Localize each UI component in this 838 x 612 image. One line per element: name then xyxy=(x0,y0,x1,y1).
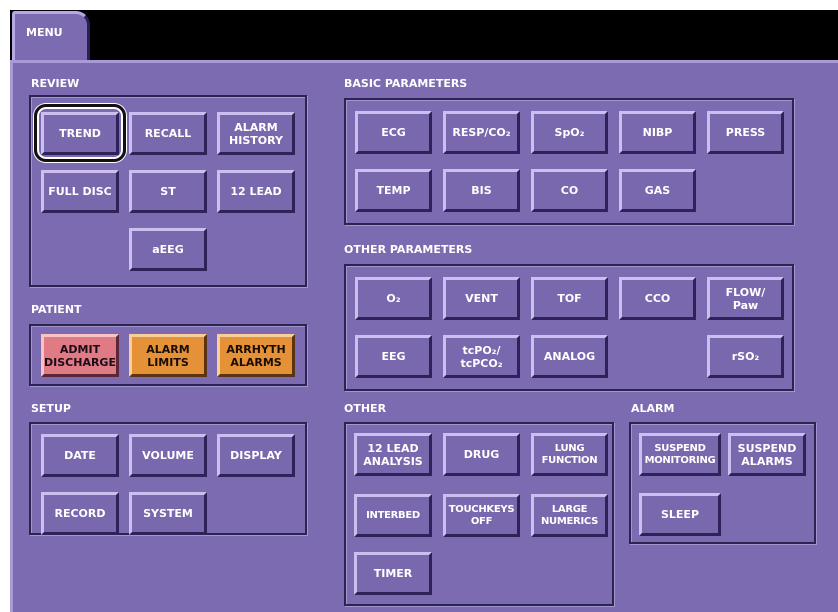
section-basic-parameters-label: BASIC PARAMETERS xyxy=(344,77,468,90)
aeeg-button[interactable]: aEEG xyxy=(129,228,207,271)
alarm-history-button[interactable]: ALARM HISTORY xyxy=(217,112,295,155)
bis-button[interactable]: BIS xyxy=(443,169,520,212)
menu-screen: MENU REVIEW PATIENT SETUP BASIC PARAMETE… xyxy=(0,0,838,612)
tab-menu-label: MENU xyxy=(26,26,63,39)
tof-button[interactable]: TOF xyxy=(531,277,608,320)
suspend-alarms-button[interactable]: SUSPEND ALARMS xyxy=(728,433,806,476)
alarm-limits-button[interactable]: ALARM LIMITS xyxy=(129,334,207,377)
display-button[interactable]: DISPLAY xyxy=(217,434,295,477)
drug-button[interactable]: DRUG xyxy=(443,433,520,476)
record-button[interactable]: RECORD xyxy=(41,492,119,535)
timer-button[interactable]: TIMER xyxy=(354,552,432,595)
date-button[interactable]: DATE xyxy=(41,434,119,477)
tcpo2-tcpco2-button[interactable]: tcPO₂/ tcPCO₂ xyxy=(443,335,520,378)
section-patient-label: PATIENT xyxy=(31,303,82,316)
arrhyth-alarms-button[interactable]: ARRHYTH ALARMS xyxy=(217,334,295,377)
top-bar xyxy=(10,10,838,60)
section-review-label: REVIEW xyxy=(31,77,80,90)
volume-button[interactable]: VOLUME xyxy=(129,434,207,477)
vent-button[interactable]: VENT xyxy=(443,277,520,320)
rso2-button[interactable]: rSO₂ xyxy=(707,335,784,378)
12-lead-button[interactable]: 12 LEAD xyxy=(217,170,295,213)
gas-button[interactable]: GAS xyxy=(619,169,696,212)
12-lead-analysis-button[interactable]: 12 LEAD ANALYSIS xyxy=(354,433,432,476)
trend-button[interactable]: TREND xyxy=(41,112,119,155)
system-button[interactable]: SYSTEM xyxy=(129,492,207,535)
spo2-button[interactable]: SpO₂ xyxy=(531,111,608,154)
cco-button[interactable]: CCO xyxy=(619,277,696,320)
interbed-button[interactable]: INTERBED xyxy=(354,494,432,537)
full-disc-button[interactable]: FULL DISC xyxy=(41,170,119,213)
analog-button[interactable]: ANALOG xyxy=(531,335,608,378)
section-other-parameters-label: OTHER PARAMETERS xyxy=(344,243,473,256)
lung-function-button[interactable]: LUNG FUNCTION xyxy=(531,433,608,476)
section-setup-label: SETUP xyxy=(31,402,71,415)
ecg-button[interactable]: ECG xyxy=(355,111,432,154)
section-alarm-label: ALARM xyxy=(631,402,675,415)
eeg-button[interactable]: EEG xyxy=(355,335,432,378)
temp-button[interactable]: TEMP xyxy=(355,169,432,212)
press-button[interactable]: PRESS xyxy=(707,111,784,154)
co-button[interactable]: CO xyxy=(531,169,608,212)
nibp-button[interactable]: NIBP xyxy=(619,111,696,154)
section-other-label: OTHER xyxy=(344,402,387,415)
touchkeys-off-button[interactable]: TOUCHKEYS OFF xyxy=(443,494,520,537)
recall-button[interactable]: RECALL xyxy=(129,112,207,155)
large-numerics-button[interactable]: LARGE NUMERICS xyxy=(531,494,608,537)
resp-co2-button[interactable]: RESP/CO₂ xyxy=(443,111,520,154)
admit-discharge-button[interactable]: ADMIT DISCHARGE xyxy=(41,334,119,377)
st-button[interactable]: ST xyxy=(129,170,207,213)
flow-paw-button[interactable]: FLOW/ Paw xyxy=(707,277,784,320)
o2-button[interactable]: O₂ xyxy=(355,277,432,320)
sleep-button[interactable]: SLEEP xyxy=(639,493,721,536)
suspend-monitoring-button[interactable]: SUSPEND MONITORING xyxy=(639,433,721,476)
